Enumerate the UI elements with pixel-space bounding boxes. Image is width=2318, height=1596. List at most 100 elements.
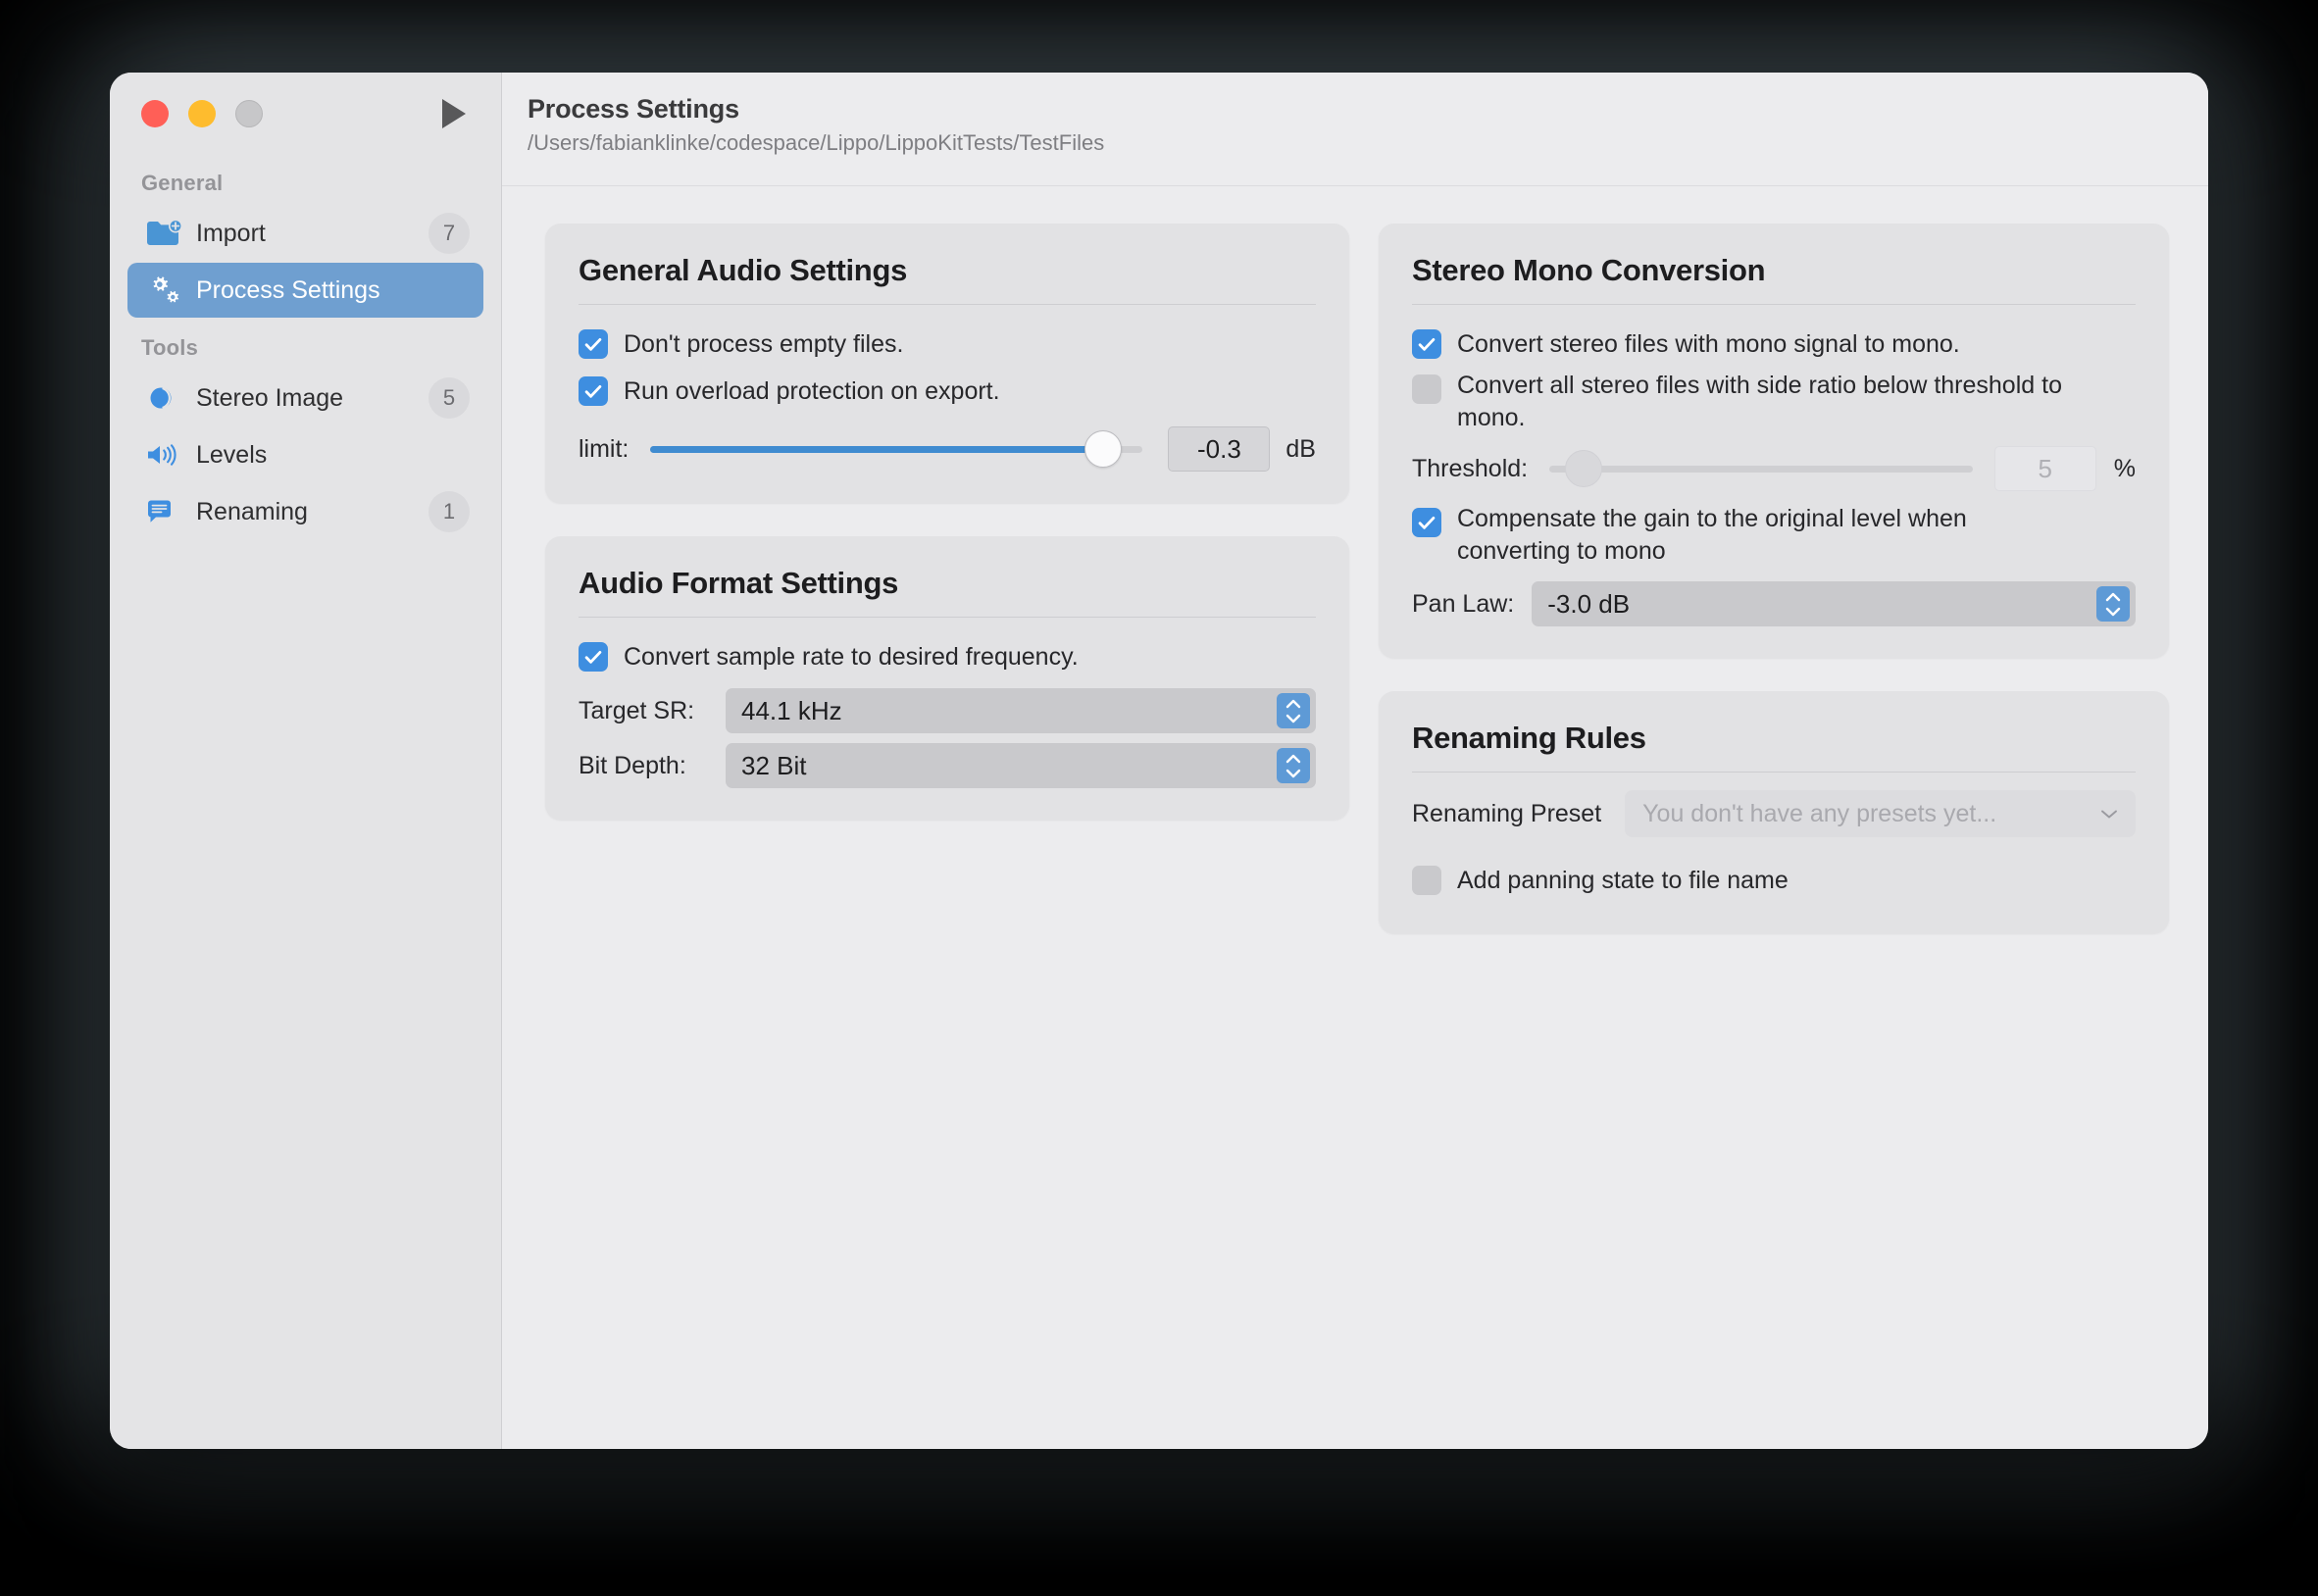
chevron-down-icon [2098,807,2120,821]
card-audio-format-settings: Audio Format Settings Convert sample rat… [545,536,1349,820]
sidebar-item-levels[interactable]: Levels [127,427,483,482]
checkbox-label: Compensate the gain to the original leve… [1457,505,1967,565]
bit-depth-value: 32 Bit [741,750,807,780]
limit-slider[interactable] [650,430,1143,468]
sidebar-item-renaming[interactable]: Renaming 1 [127,484,483,539]
slider-knob[interactable] [1084,430,1123,468]
checkbox-add-panning-state[interactable] [1412,866,1441,895]
page-title: Process Settings [528,94,739,124]
divider [579,304,1316,305]
sidebar-item-stereo-image[interactable]: Stereo Image 5 [127,371,483,425]
chevron-up-down-icon[interactable] [1277,693,1310,728]
bit-depth-label: Bit Depth: [579,751,686,779]
close-button[interactable] [141,100,169,127]
checkbox-convert-mono-signal[interactable] [1412,329,1441,359]
checkbox-row-overload-protection[interactable]: Run overload protection on export. [579,370,1316,413]
sidebar-item-badge: 1 [428,491,470,532]
chevron-up-down-icon[interactable] [1277,748,1310,783]
titlebar-controls [110,73,501,155]
zoom-button[interactable] [235,100,263,127]
left-column: General Audio Settings Don't process emp… [545,224,1349,820]
pan-law-label: Pan Law: [1412,589,1515,618]
checkbox-row-empty-files[interactable]: Don't process empty files. [579,323,1316,366]
chevron-up-down-icon[interactable] [2096,586,2130,622]
app-window: General Import 7 Process Settings Tools … [110,73,2208,1449]
slider-knob[interactable] [1565,450,1603,487]
threshold-slider[interactable] [1549,450,1973,487]
rename-bubble-icon [145,496,182,527]
sidebar-item-badge: 7 [428,213,470,254]
page-path: /Users/fabianklinke/codespace/Lippo/Lipp… [528,130,1105,155]
checkbox-compensate-gain[interactable] [1412,508,1441,537]
play-icon [442,99,466,128]
sidebar-item-label: Import [196,219,266,247]
gears-icon [145,274,182,306]
checkbox-row-convert-sample-rate[interactable]: Convert sample rate to desired frequency… [579,635,1316,678]
checkbox-row-compensate-gain[interactable]: Compensate the gain to the original leve… [1412,503,2136,568]
pan-law-row: Pan Law: -3.0 dB [1412,581,2136,626]
card-title: General Audio Settings [579,253,908,287]
checkbox-run-overload-protection[interactable] [579,376,608,406]
run-process-button[interactable] [432,92,476,135]
checkbox-label: Convert stereo files with mono signal to… [1457,329,1960,358]
renaming-preset-label: Renaming Preset [1412,799,1602,827]
card-general-audio-settings: General Audio Settings Don't process emp… [545,224,1349,503]
speaker-icon [145,439,182,471]
settings-panes: General Audio Settings Don't process emp… [502,186,2208,1449]
sidebar-item-label: Renaming [196,497,308,525]
stereo-image-icon [145,382,182,414]
sidebar: General Import 7 Process Settings Tools … [110,73,502,1449]
target-sr-row: Target SR: 44.1 kHz [579,688,1316,733]
sidebar-item-import[interactable]: Import 7 [127,206,483,261]
right-column: Stereo Mono Conversion Convert stereo fi… [1379,224,2169,933]
threshold-value-field[interactable]: 5 [1993,446,2096,491]
checkbox-label: Convert all stereo files with side ratio… [1457,372,2062,431]
sidebar-item-label: Stereo Image [196,383,344,412]
target-sr-value: 44.1 kHz [741,695,842,725]
checkbox-convert-sample-rate[interactable] [579,642,608,672]
bit-depth-select[interactable]: 32 Bit [726,743,1316,788]
target-sr-select[interactable]: 44.1 kHz [726,688,1316,733]
card-title: Audio Format Settings [579,566,899,600]
sidebar-item-label: Levels [196,440,268,469]
renaming-preset-select[interactable]: You don't have any presets yet... [1625,790,2136,837]
divider [579,617,1316,618]
checkbox-row-side-ratio[interactable]: Convert all stereo files with side ratio… [1412,370,2136,434]
limit-unit: dB [1285,434,1316,463]
minimize-button[interactable] [188,100,216,127]
slider-fill [650,445,1104,453]
page-header: Process Settings /Users/fabianklinke/cod… [502,73,2208,186]
card-title: Stereo Mono Conversion [1412,253,1766,287]
sidebar-item-process-settings[interactable]: Process Settings [127,263,483,318]
sidebar-item-badge: 5 [428,377,470,419]
content-area: Process Settings /Users/fabianklinke/cod… [502,73,2208,1449]
checkbox-label: Add panning state to file name [1457,866,1789,894]
checkbox-label: Convert sample rate to desired frequency… [624,642,1079,671]
threshold-label: Threshold: [1412,454,1529,482]
pan-law-select[interactable]: -3.0 dB [1532,581,2136,626]
renaming-preset-row: Renaming Preset You don't have any prese… [1412,790,2136,837]
limit-value-field[interactable]: -0.3 [1168,426,1271,472]
sidebar-section-tools: Tools [141,335,199,360]
checkbox-row-mono-signal[interactable]: Convert stereo files with mono signal to… [1412,323,2136,366]
checkbox-dont-process-empty-files[interactable] [579,329,608,359]
slider-track [1549,465,1973,473]
checkbox-label: Don't process empty files. [624,329,904,358]
bit-depth-row: Bit Depth: 32 Bit [579,743,1316,788]
sidebar-section-general: General [141,171,224,195]
folder-add-icon [145,218,182,249]
checkbox-label: Run overload protection on export. [624,376,1000,405]
target-sr-label: Target SR: [579,696,695,724]
limit-row: limit: -0.3 dB [579,426,1316,472]
renaming-preset-value: You don't have any presets yet... [1642,799,1997,827]
card-title: Renaming Rules [1412,721,1646,755]
checkbox-row-add-panning-state[interactable]: Add panning state to file name [1412,859,2136,902]
threshold-row: Threshold: 5 % [1412,446,2136,491]
card-stereo-mono-conversion: Stereo Mono Conversion Convert stereo fi… [1379,224,2169,658]
pan-law-value: -3.0 dB [1547,588,1631,619]
threshold-unit: % [2113,454,2136,482]
sidebar-item-label: Process Settings [196,275,380,304]
limit-label: limit: [579,434,630,463]
checkbox-convert-side-ratio[interactable] [1412,374,1441,404]
divider [1412,772,2136,773]
